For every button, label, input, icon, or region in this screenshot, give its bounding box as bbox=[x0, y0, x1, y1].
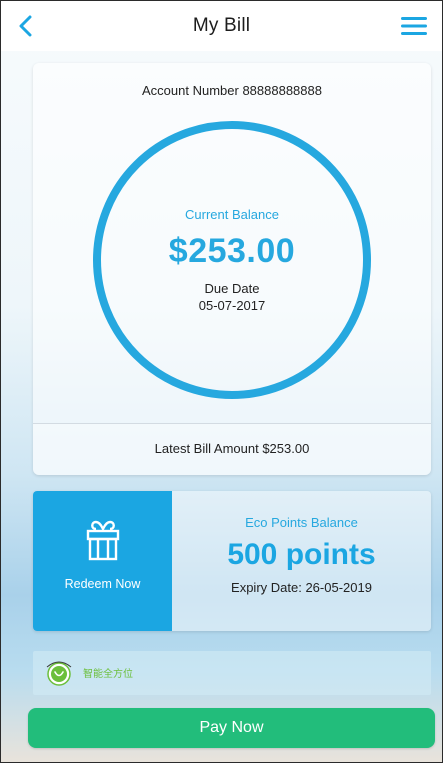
current-balance-label: Current Balance bbox=[185, 207, 279, 222]
due-date-value: 05-07-2017 bbox=[198, 298, 266, 313]
card-divider bbox=[33, 423, 431, 424]
eco-power-text: 智能全方位 bbox=[83, 669, 133, 680]
redeem-now-label: Redeem Now bbox=[64, 577, 141, 591]
eco-points-expiry: Expiry Date: 26-05-2019 bbox=[231, 580, 372, 595]
latest-bill-amount: Latest Bill Amount $253.00 bbox=[154, 441, 310, 456]
due-date-label: Due Date bbox=[204, 281, 260, 296]
menu-button[interactable] bbox=[400, 15, 428, 37]
gift-icon bbox=[86, 520, 119, 561]
eco-power-banner[interactable]: 智能全方位 bbox=[33, 651, 431, 695]
eco-power-logo-icon bbox=[46, 661, 72, 686]
current-balance-amount: $253.00 bbox=[168, 232, 296, 270]
eco-points-value: 500 points bbox=[227, 538, 376, 571]
account-number: Account Number 88888888888 bbox=[142, 83, 322, 98]
back-button[interactable] bbox=[11, 12, 39, 40]
bill-summary-card: Account Number 88888888888 Current Balan… bbox=[33, 63, 431, 475]
eco-points-title: Eco Points Balance bbox=[245, 515, 358, 530]
eco-points-info: Eco Points Balance 500 points Expiry Dat… bbox=[172, 491, 431, 631]
eco-points-card: Redeem Now Eco Points Balance 500 points… bbox=[33, 491, 431, 631]
redeem-now-button[interactable]: Redeem Now bbox=[33, 491, 172, 631]
app-header: My Bill bbox=[1, 1, 442, 51]
chevron-left-icon bbox=[19, 15, 32, 37]
balance-ring: Current Balance $253.00 Due Date 05-07-2… bbox=[93, 121, 371, 399]
hamburger-menu-icon bbox=[401, 17, 427, 35]
page-title: My Bill bbox=[192, 15, 251, 36]
pay-now-button[interactable]: Pay Now bbox=[28, 708, 435, 748]
